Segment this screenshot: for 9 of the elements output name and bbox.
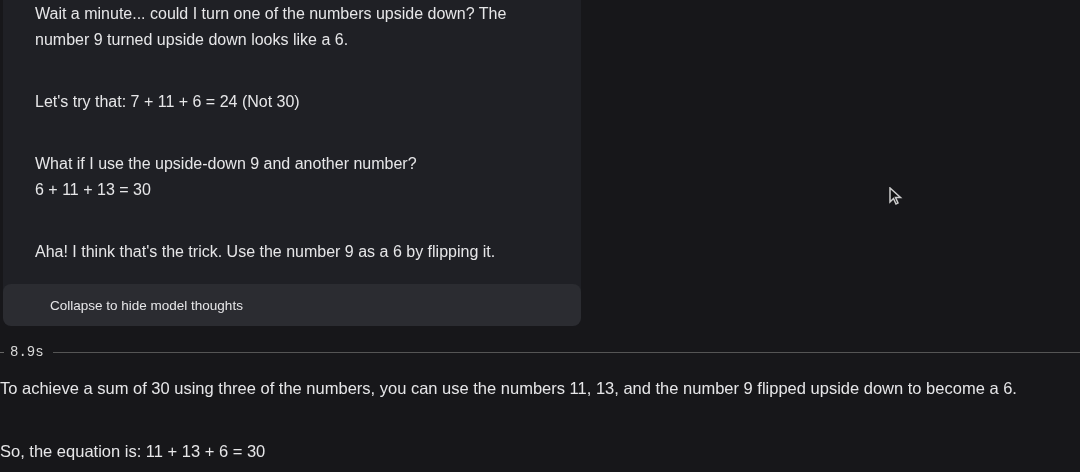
thought-paragraph: Aha! I think that's the trick. Use the number 9 as a 6 by flipping it.	[35, 242, 497, 262]
collapse-thoughts-button[interactable]: Collapse to hide model thoughts	[3, 284, 581, 326]
answer-paragraph: So, the equation is: 11 + 13 + 6 = 30	[0, 441, 267, 462]
thought-paragraph: Let's try that: 7 + 11 + 6 = 24 (Not 30)	[35, 92, 301, 112]
mouse-pointer-icon	[889, 187, 903, 207]
thought-paragraph: Wait a minute... could I turn one of the numbers upside down? The number 9 turned upside down looks like a 6.	[35, 4, 508, 50]
thought-paragraph: What if I use the upside-down 9 and another number? 6 + 11 + 13 = 30	[35, 154, 418, 200]
answer-paragraph: To achieve a sum of 30 using three of the numbers, you can use the numbers 11, 13, and the number 9 flipped upside down to become a 6.	[0, 378, 1018, 399]
elapsed-time: 8.9s	[9, 344, 45, 360]
